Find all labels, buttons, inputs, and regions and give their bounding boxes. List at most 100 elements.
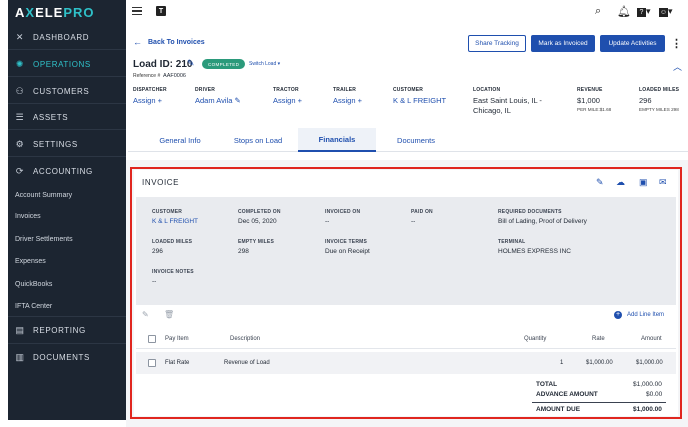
chevron-up-icon[interactable]: ︿ [673, 60, 682, 73]
search-icon[interactable]: ⌕ [595, 5, 601, 18]
status-badge: COMPLETED [202, 59, 246, 69]
submenu-driver-settlements[interactable]: Driver Settlements [15, 232, 73, 246]
bell-icon[interactable]: 🔔︎ [617, 5, 631, 18]
driver-link[interactable]: Adam Avila ✎ [195, 96, 241, 105]
tenant-logo-icon[interactable]: T [156, 6, 166, 16]
row-checkbox[interactable] [148, 359, 156, 367]
mark-as-invoiced-button[interactable]: Mark as Invoiced [531, 35, 595, 52]
plus-circle-icon: + [614, 311, 622, 319]
amount-due-label: AMOUNT DUE [536, 406, 581, 413]
amount-due-value: $1,000.00 [633, 406, 662, 413]
tab-general-info[interactable]: General Info [128, 128, 232, 152]
submenu-ifta-center[interactable]: IFTA Center [15, 299, 52, 313]
select-all-checkbox[interactable] [148, 335, 156, 343]
sidebar: AXELEPRO ✕ DASHBOARD ✺ OPERATIONS ⚇ CUST… [8, 0, 126, 420]
tractor-field: TRACTOR Assign + [273, 87, 302, 105]
sidebar-item-customers[interactable]: ⚇ CUSTOMERS [8, 80, 126, 102]
location-field: LOCATION East Saint Louis, IL - Chicago,… [473, 87, 542, 115]
customer-field: CUSTOMER K & L FREIGHT [393, 87, 447, 105]
assign-dispatcher-link[interactable]: Assign + [133, 96, 167, 105]
document-icon: ▥ [15, 351, 25, 362]
cloud-download-icon[interactable]: ☁ [616, 177, 625, 188]
sidebar-item-label: REPORTING [33, 325, 86, 335]
advance-amount-label: ADVANCE AMOUNT [536, 391, 598, 398]
submenu-expenses[interactable]: Expenses [15, 254, 46, 268]
summary-customer-link[interactable]: K & L FREIGHT [152, 218, 198, 225]
invoice-title: INVOICE [142, 178, 180, 187]
trailer-field: TRAILER Assign + [333, 87, 362, 105]
sidebar-item-dashboard[interactable]: ✕ DASHBOARD [8, 26, 126, 48]
more-options-icon[interactable]: ⋮ [671, 37, 682, 50]
summary-paid-on: PAID ON -- [411, 209, 433, 225]
sidebar-item-label: OPERATIONS [33, 59, 91, 69]
tab-stops-on-load[interactable]: Stops on Load [218, 128, 298, 152]
sidebar-item-label: DOCUMENTS [33, 352, 90, 362]
summary-invoiced-on: INVOICED ON -- [325, 209, 361, 225]
loaded-miles-field: LOADED MILES 296 EMPTY MILES 298 [639, 87, 680, 112]
line-items-header: Pay Item Description Quantity Rate Amoun… [136, 331, 676, 349]
tab-bar: General Info Stops on Load Financials Do… [128, 128, 688, 152]
hamburger-menu-icon[interactable] [132, 7, 142, 15]
summary-completed-on: COMPLETED ON Dec 05, 2020 [238, 209, 281, 225]
sidebar-item-label: ACCOUNTING [33, 166, 93, 176]
help-icon[interactable]: ? ▾ [637, 6, 651, 17]
sidebar-item-label: ASSETS [33, 112, 69, 122]
submenu-quickbooks[interactable]: QuickBooks [15, 277, 52, 291]
summary-terminal: TERMINAL HOLMES EXPRESS INC [498, 239, 571, 255]
plus-icon: + [357, 96, 362, 105]
submenu-account-summary[interactable]: Account Summary [15, 188, 72, 202]
total-value: $1,000.00 [633, 381, 662, 388]
edit-pencil-icon[interactable]: ✎ [596, 177, 604, 188]
revenue-field: REVENUE $1,000 PER MILE:$1.68 [577, 87, 612, 112]
sidebar-item-label: CUSTOMERS [33, 86, 90, 96]
table-row[interactable]: Flat Rate Revenue of Load 1 $1,000.00 $1… [136, 352, 676, 374]
close-x-icon: ✕ [15, 31, 25, 42]
sidebar-item-accounting[interactable]: ⟳ ACCOUNTING [8, 160, 126, 182]
email-icon[interactable]: ✉ [659, 177, 667, 188]
assign-trailer-link[interactable]: Assign + [333, 96, 362, 105]
advance-amount-value: $0.00 [646, 391, 663, 398]
switch-load-dropdown[interactable]: Switch Load ▾ [249, 61, 280, 67]
sidebar-item-settings[interactable]: ⚙ SETTINGS [8, 133, 126, 155]
dispatcher-field: DISPATCHER Assign + [133, 87, 167, 105]
summary-invoice-notes: INVOICE NOTES -- [152, 269, 194, 285]
load-id-title: Load ID: 210 [133, 59, 193, 70]
brand-logo: AXELEPRO [15, 5, 95, 20]
edit-pencil-icon[interactable]: ✎ [187, 58, 195, 69]
back-to-invoices-link[interactable]: ← Back To Invoices [133, 37, 205, 47]
tab-financials[interactable]: Financials [298, 128, 376, 152]
plus-icon: + [297, 96, 302, 105]
sidebar-item-reporting[interactable]: ▤ REPORTING [8, 319, 126, 341]
summary-invoice-terms: INVOICE TERMS Due on Receipt [325, 239, 370, 255]
totals-divider [532, 402, 666, 403]
share-tracking-button[interactable]: Share Tracking [468, 35, 526, 52]
sidebar-item-documents[interactable]: ▥ DOCUMENTS [8, 346, 126, 368]
arrow-left-icon: ← [133, 37, 142, 47]
sidebar-item-label: DASHBOARD [33, 32, 90, 42]
summary-required-documents: REQUIRED DOCUMENTS Bill of Lading, Proof… [498, 209, 587, 225]
reference-number: Reference # AAF0006 [133, 73, 186, 79]
trash-icon[interactable]: 🗑︎ [164, 310, 174, 319]
sidebar-item-assets[interactable]: ☰ ASSETS [8, 106, 126, 128]
edit-pencil-icon: ✎ [234, 96, 241, 105]
assign-tractor-link[interactable]: Assign + [273, 96, 302, 105]
driver-field: DRIVER Adam Avila ✎ [195, 87, 241, 105]
pdf-document-icon[interactable]: ▣ [639, 177, 648, 188]
customer-link[interactable]: K & L FREIGHT [393, 96, 446, 105]
plus-icon: + [157, 96, 162, 105]
sidebar-item-label: SETTINGS [33, 139, 78, 149]
gear-cluster-icon: ✺ [15, 58, 25, 69]
edit-pencil-icon[interactable]: ✎ [142, 310, 149, 319]
submenu-invoices[interactable]: Invoices [15, 209, 41, 223]
sidebar-item-operations[interactable]: ✺ OPERATIONS [8, 53, 126, 75]
tab-documents[interactable]: Documents [376, 128, 456, 152]
total-label: TOTAL [536, 381, 558, 388]
summary-empty-miles: EMPTY MILES 298 [238, 239, 275, 255]
update-activities-button[interactable]: Update Activities [600, 35, 665, 52]
user-icon[interactable]: ☺▾ [659, 6, 673, 17]
people-icon: ⚇ [15, 85, 25, 96]
summary-loaded-miles: LOADED MILES 296 [152, 239, 193, 255]
add-line-item-button[interactable]: + Add Line Item [614, 311, 664, 319]
server-icon: ☰ [15, 111, 25, 122]
dollar-cycle-icon: ⟳ [15, 165, 25, 176]
